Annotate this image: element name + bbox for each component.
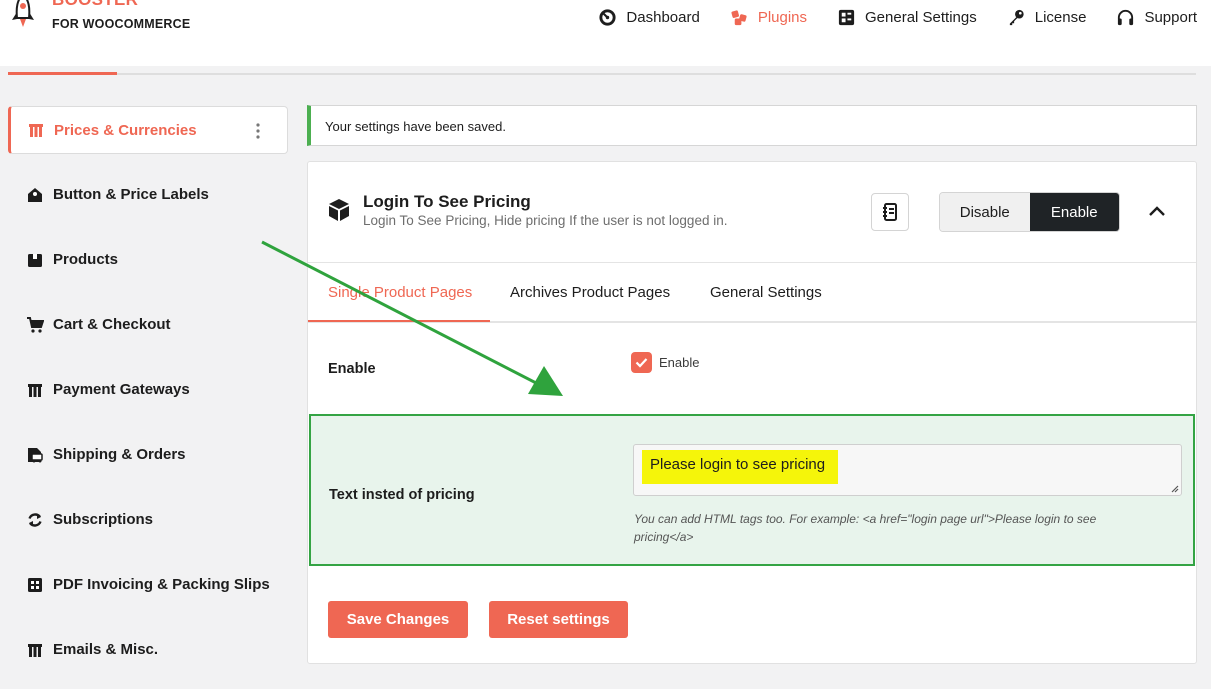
refresh-icon: [28, 512, 42, 527]
payment-icon: [28, 383, 42, 397]
text-instead-setting-row: Text insted of pricing Please login to s…: [309, 414, 1195, 566]
settings-grid-icon: [838, 9, 855, 25]
prices-icon: [29, 124, 43, 137]
cube-icon: [329, 199, 349, 221]
enable-button[interactable]: Enable: [1029, 193, 1119, 231]
sidebar-item-label: Products: [53, 251, 119, 268]
nav-license[interactable]: License: [1007, 6, 1087, 28]
nav-dashboard-label: Dashboard: [626, 8, 700, 26]
rocket-logo-icon: [12, 0, 34, 27]
top-header: BOOSTER FOR WOOCOMMERCE Dashboard Plugin…: [0, 0, 1211, 66]
disable-button[interactable]: Disable: [940, 193, 1030, 231]
sidebar-item-payment-gateways[interactable]: Payment Gateways: [8, 357, 288, 422]
nav-support[interactable]: Support: [1116, 6, 1197, 28]
module-enable-toggle: Disable Enable: [939, 192, 1120, 232]
tab-archives-product-pages[interactable]: Archives Product Pages: [510, 284, 670, 301]
chevron-up-icon[interactable]: [1148, 204, 1166, 218]
sidebar-item-label: Cart & Checkout: [53, 316, 171, 333]
text-instead-hint: You can add HTML tags too. For example: …: [634, 512, 1097, 544]
sidebar: Prices & Currencies Button & Price Label…: [8, 106, 288, 682]
email-icon: [28, 643, 42, 657]
text-instead-label: Text insted of pricing: [329, 487, 475, 503]
enable-setting-label: Enable: [328, 361, 376, 377]
reset-settings-button[interactable]: Reset settings: [489, 601, 628, 638]
key-icon: [1009, 9, 1024, 25]
sidebar-item-pdf-invoicing[interactable]: PDF Invoicing & Packing Slips: [8, 552, 288, 617]
settings-tabs: Single Product Pages Archives Product Pa…: [308, 263, 1196, 323]
nav-license-label: License: [1034, 8, 1087, 26]
module-title: Login To See Pricing: [363, 192, 531, 211]
cart-icon: [27, 316, 44, 333]
sidebar-item-label: Subscriptions: [53, 511, 154, 528]
settings-saved-notice: Your settings have been saved.: [307, 105, 1197, 146]
header-divider: [8, 73, 1196, 75]
resize-grip-icon[interactable]: [1169, 483, 1179, 493]
documentation-button[interactable]: [871, 193, 909, 231]
enable-checkbox[interactable]: [631, 352, 652, 373]
kebab-menu-icon[interactable]: [254, 121, 262, 141]
sidebar-item-products[interactable]: Products: [8, 227, 288, 292]
nav-general-settings-label: General Settings: [865, 8, 977, 26]
enable-checkbox-label: Enable: [659, 355, 700, 370]
nav-plugins[interactable]: Plugins: [730, 6, 807, 28]
document-icon: [883, 203, 897, 221]
nav-support-label: Support: [1144, 8, 1197, 26]
shipping-icon: [28, 447, 43, 462]
brand-name: BOOSTER: [52, 0, 138, 10]
sidebar-item-label: Emails & Misc.: [53, 641, 159, 658]
tab-single-product-pages[interactable]: Single Product Pages: [328, 284, 472, 301]
sidebar-item-shipping-orders[interactable]: Shipping & Orders: [8, 422, 288, 487]
sidebar-item-button-price-labels[interactable]: Button & Price Labels: [8, 162, 288, 227]
brand-subtitle: FOR WOOCOMMERCE: [52, 17, 191, 31]
nav-dashboard[interactable]: Dashboard: [598, 6, 700, 28]
dashboard-gauge-icon: [599, 8, 616, 26]
header-active-indicator: [8, 72, 117, 75]
sidebar-item-label: Prices & Currencies: [54, 121, 197, 139]
text-instead-textarea[interactable]: Please login to see pricing: [633, 444, 1182, 496]
checkmark-icon: [635, 358, 648, 368]
textarea-value: Please login to see pricing: [642, 450, 838, 484]
sidebar-item-label: PDF Invoicing & Packing Slips: [53, 576, 270, 593]
sidebar-item-label: Payment Gateways: [53, 381, 190, 398]
nav-plugins-label: Plugins: [757, 8, 808, 26]
invoice-icon: [28, 577, 42, 592]
save-changes-button[interactable]: Save Changes: [328, 601, 468, 638]
headset-icon: [1118, 9, 1134, 25]
sidebar-item-emails-misc[interactable]: Emails & Misc.: [8, 617, 288, 682]
sidebar-item-label: Button & Price Labels: [53, 186, 209, 203]
label-icon: [28, 187, 42, 202]
sidebar-item-cart-checkout[interactable]: Cart & Checkout: [8, 292, 288, 357]
sidebar-item-label: Shipping & Orders: [53, 446, 186, 463]
booster-logo[interactable]: BOOSTER FOR WOOCOMMERCE: [4, 0, 204, 42]
module-card: Login To See Pricing Login To See Pricin…: [307, 161, 1197, 664]
sidebar-item-prices-currencies[interactable]: Prices & Currencies: [8, 106, 288, 154]
tab-general-settings[interactable]: General Settings: [710, 284, 822, 301]
plugins-cubes-icon: [731, 9, 747, 25]
nav-general-settings[interactable]: General Settings: [837, 6, 977, 28]
sidebar-item-subscriptions[interactable]: Subscriptions: [8, 487, 288, 552]
box-icon: [28, 253, 42, 267]
module-description: Login To See Pricing, Hide pricing If th…: [363, 213, 728, 228]
top-navigation: Dashboard Plugins General Settings Licen…: [568, 6, 1197, 28]
active-tab-indicator: [308, 320, 490, 322]
